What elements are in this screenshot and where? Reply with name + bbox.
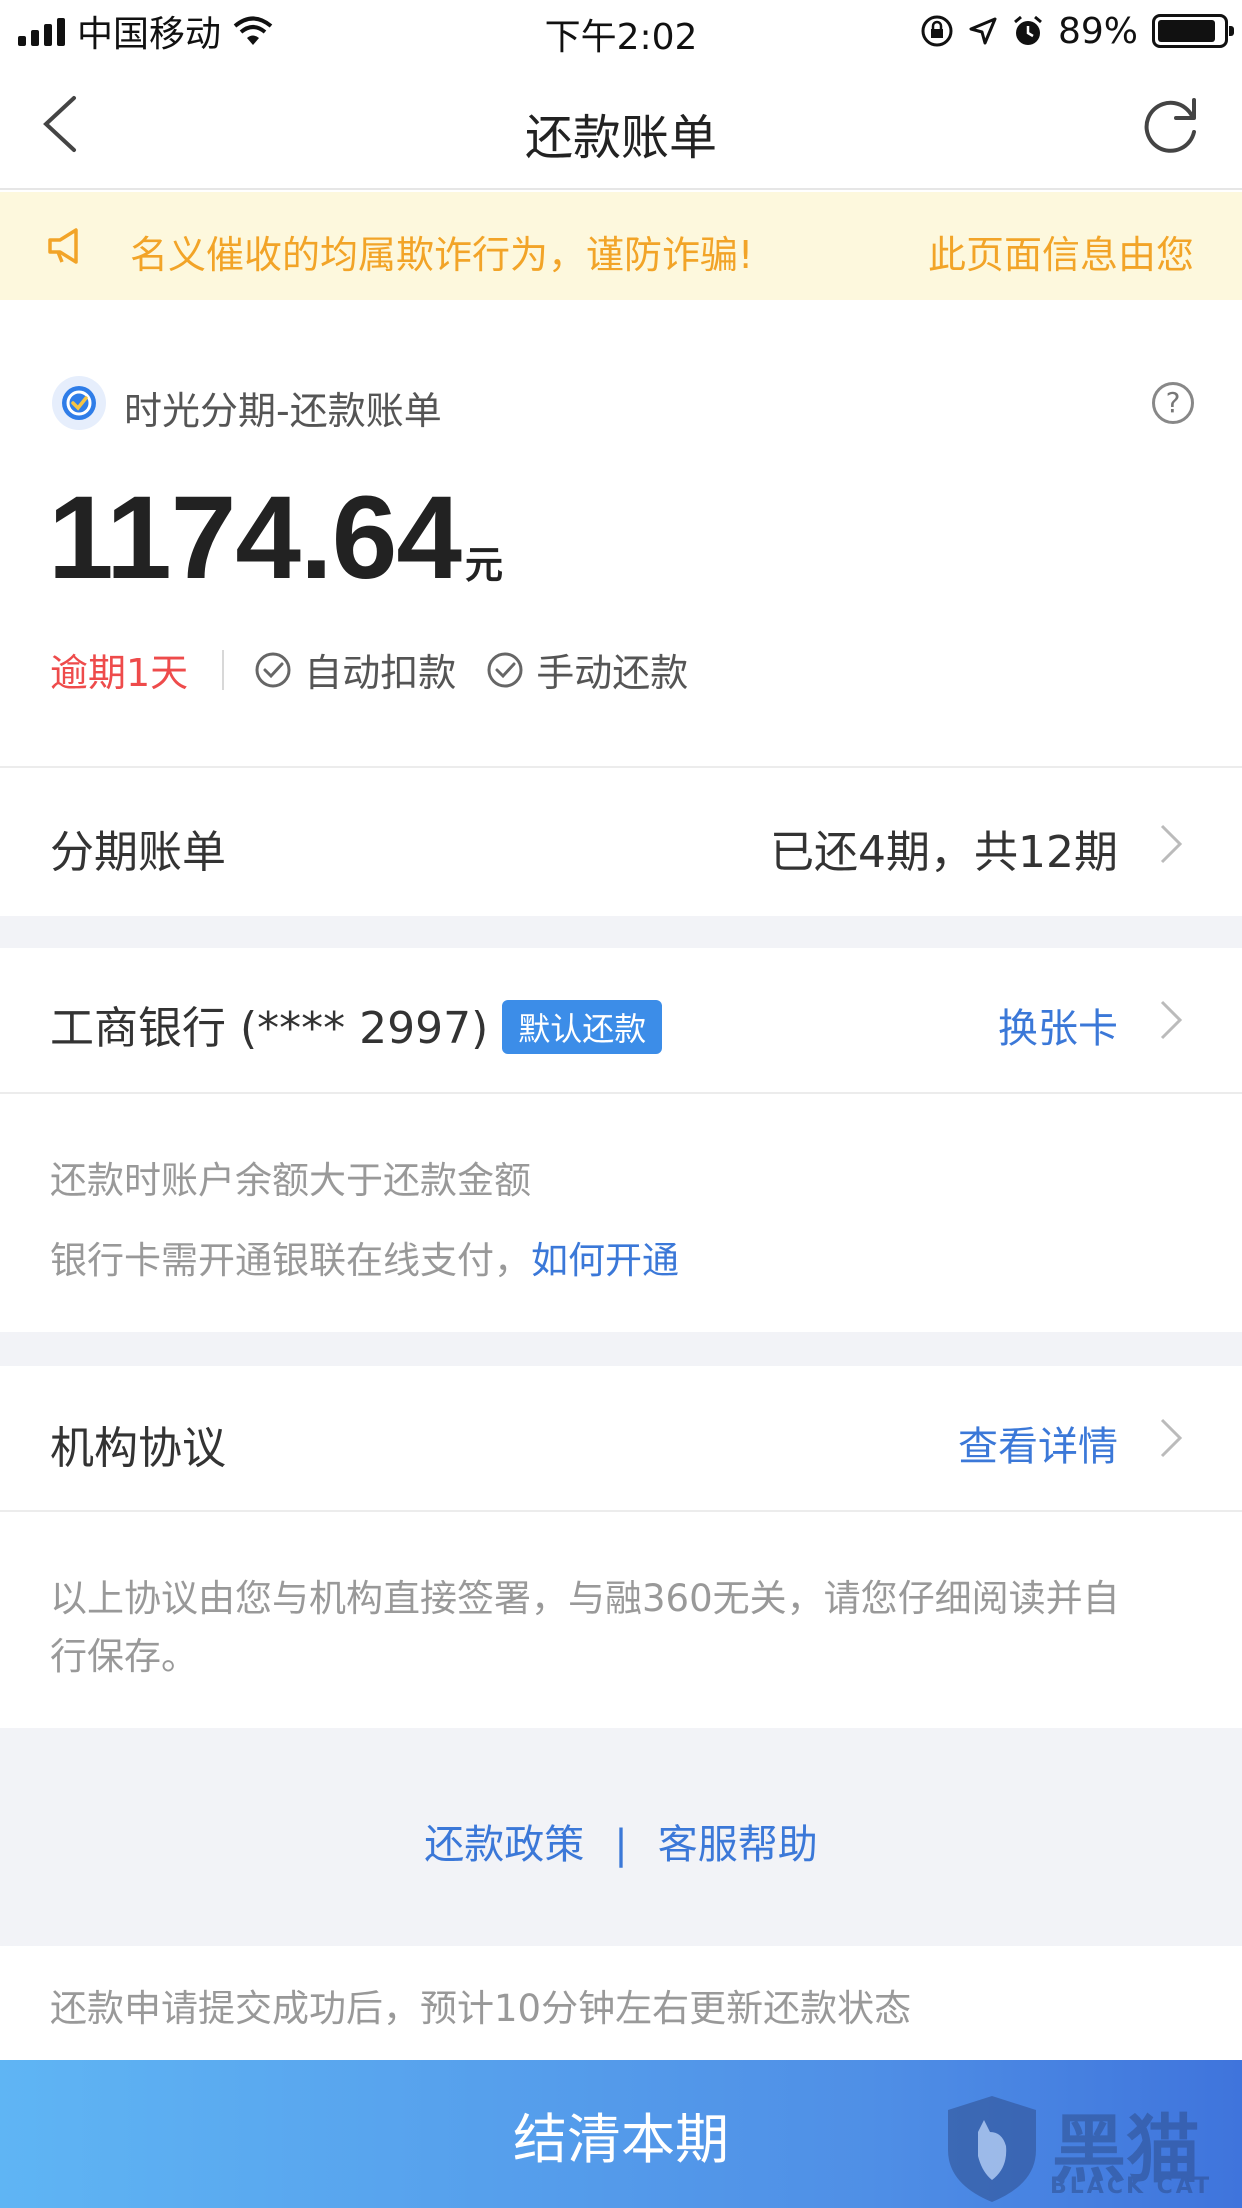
manual-pay-option[interactable]: 手动还款: [486, 642, 688, 697]
bill-amount: 1174.64 元: [48, 470, 503, 606]
footer-separator: |: [614, 1822, 628, 1868]
page-title: 还款账单: [524, 110, 717, 166]
agreement-note-line2: 行保存。: [50, 1635, 198, 1678]
overdue-status: 逾期1天: [50, 651, 189, 695]
fraud-notice-bar[interactable]: 名义催收的均属欺诈行为，谨防诈骗! 此页面信息由您: [0, 192, 1242, 300]
chevron-right-icon: [1160, 824, 1183, 864]
bill-summary: 时光分期-还款账单 ? 1174.64 元 逾期1天 自动扣款 手动还款: [0, 300, 1242, 768]
status-bar: 中国移动 下午2:02 89%: [0, 0, 1242, 62]
how-to-enable-link[interactable]: 如何开通: [531, 1239, 679, 1282]
black-cat-watermark: 黑猫 BLACK CAT: [942, 2090, 1232, 2208]
status-row: 逾期1天 自动扣款 手动还款: [50, 642, 718, 697]
black-cat-shield-icon: [948, 2096, 1036, 2202]
chevron-right-icon: [1160, 1418, 1183, 1458]
unionpay-note-text: 银行卡需开通银联在线支付，: [50, 1239, 531, 1282]
customer-support-link[interactable]: 客服帮助: [658, 1822, 818, 1868]
brand-logo-icon: [52, 376, 106, 430]
amount-unit: 元: [465, 545, 503, 587]
alarm-icon: [1014, 15, 1042, 45]
amount-value: 1174.64: [48, 472, 462, 604]
brand-title: 时光分期-还款账单: [124, 389, 442, 433]
unionpay-note: 银行卡需开通银联在线支付，如何开通: [50, 1230, 679, 1284]
installment-row[interactable]: 分期账单 已还4期，共12期: [0, 770, 1242, 916]
chevron-right-icon: [1160, 1000, 1183, 1040]
bank-name: 工商银行 (**** 2997): [50, 1003, 489, 1054]
auto-pay-option[interactable]: 自动扣款: [254, 642, 456, 697]
bank-notes: 还款时账户余额大于还款金额 银行卡需开通银联在线支付，如何开通: [0, 1096, 1242, 1332]
battery-icon: [1152, 14, 1234, 48]
pay-button-label: 结清本期: [513, 2107, 729, 2171]
view-details-link[interactable]: 查看详情: [958, 1414, 1118, 1472]
footer-link-row: 还款政策 | 客服帮助: [0, 1812, 1242, 1870]
notice-text: 名义催收的均属欺诈行为，谨防诈骗!: [130, 233, 754, 277]
tip-text: 还款申请提交成功后，预计10分钟左右更新还款状态: [50, 1987, 912, 2030]
bank-name-group: 工商银行 (**** 2997) 默认还款: [50, 992, 663, 1058]
footer-links: 还款政策 | 客服帮助: [0, 1728, 1242, 1946]
status-divider: [222, 649, 225, 690]
repayment-bill-page: 中国移动 下午2:02 89% 还款账单 名义催收的均属欺诈行为，谨防诈骗! 此…: [0, 0, 1242, 2208]
change-card-link[interactable]: 换张卡: [998, 996, 1118, 1054]
balance-note: 还款时账户余额大于还款金额: [50, 1159, 531, 1202]
agreement-row[interactable]: 机构协议 查看详情: [0, 1366, 1242, 1512]
default-payment-badge: 默认还款: [502, 1000, 663, 1054]
battery-fill: [1158, 20, 1215, 42]
check-circle-icon: [255, 652, 291, 687]
section-gap: [0, 916, 1242, 948]
refresh-icon[interactable]: [1140, 94, 1202, 156]
section-gap: [0, 1332, 1242, 1366]
help-icon[interactable]: ?: [1152, 382, 1194, 424]
installment-value: 已还4期，共12期: [770, 827, 1118, 878]
repayment-policy-link[interactable]: 还款政策: [424, 1822, 584, 1868]
manual-pay-label: 手动还款: [536, 651, 689, 695]
agreement-note-line1: 以上协议由您与机构直接签署，与融360无关，请您仔细阅读并自: [50, 1577, 1120, 1620]
bank-card-row: 工商银行 (**** 2997) 默认还款 换张卡: [0, 948, 1242, 1094]
agreement-label: 机构协议: [50, 1423, 226, 1474]
status-update-tip: 还款申请提交成功后，预计10分钟左右更新还款状态: [0, 1946, 1242, 2060]
notice-text-continued: 此页面信息由您: [927, 233, 1194, 277]
agreement-note: 以上协议由您与机构直接签署，与融360无关，请您仔细阅读并自 行保存。: [0, 1514, 1242, 1728]
status-right: 89%: [920, 8, 1234, 54]
megaphone-icon: [48, 228, 78, 264]
auto-pay-label: 自动扣款: [304, 651, 457, 695]
nav-bar: 还款账单: [0, 62, 1242, 190]
battery-percent: 89%: [1057, 10, 1138, 52]
orientation-lock-icon: [921, 15, 953, 47]
check-circle-icon: [487, 652, 523, 687]
location-icon: [969, 17, 997, 45]
installment-label: 分期账单: [50, 827, 226, 878]
watermark-subtext: BLACK CAT: [1050, 2174, 1213, 2199]
